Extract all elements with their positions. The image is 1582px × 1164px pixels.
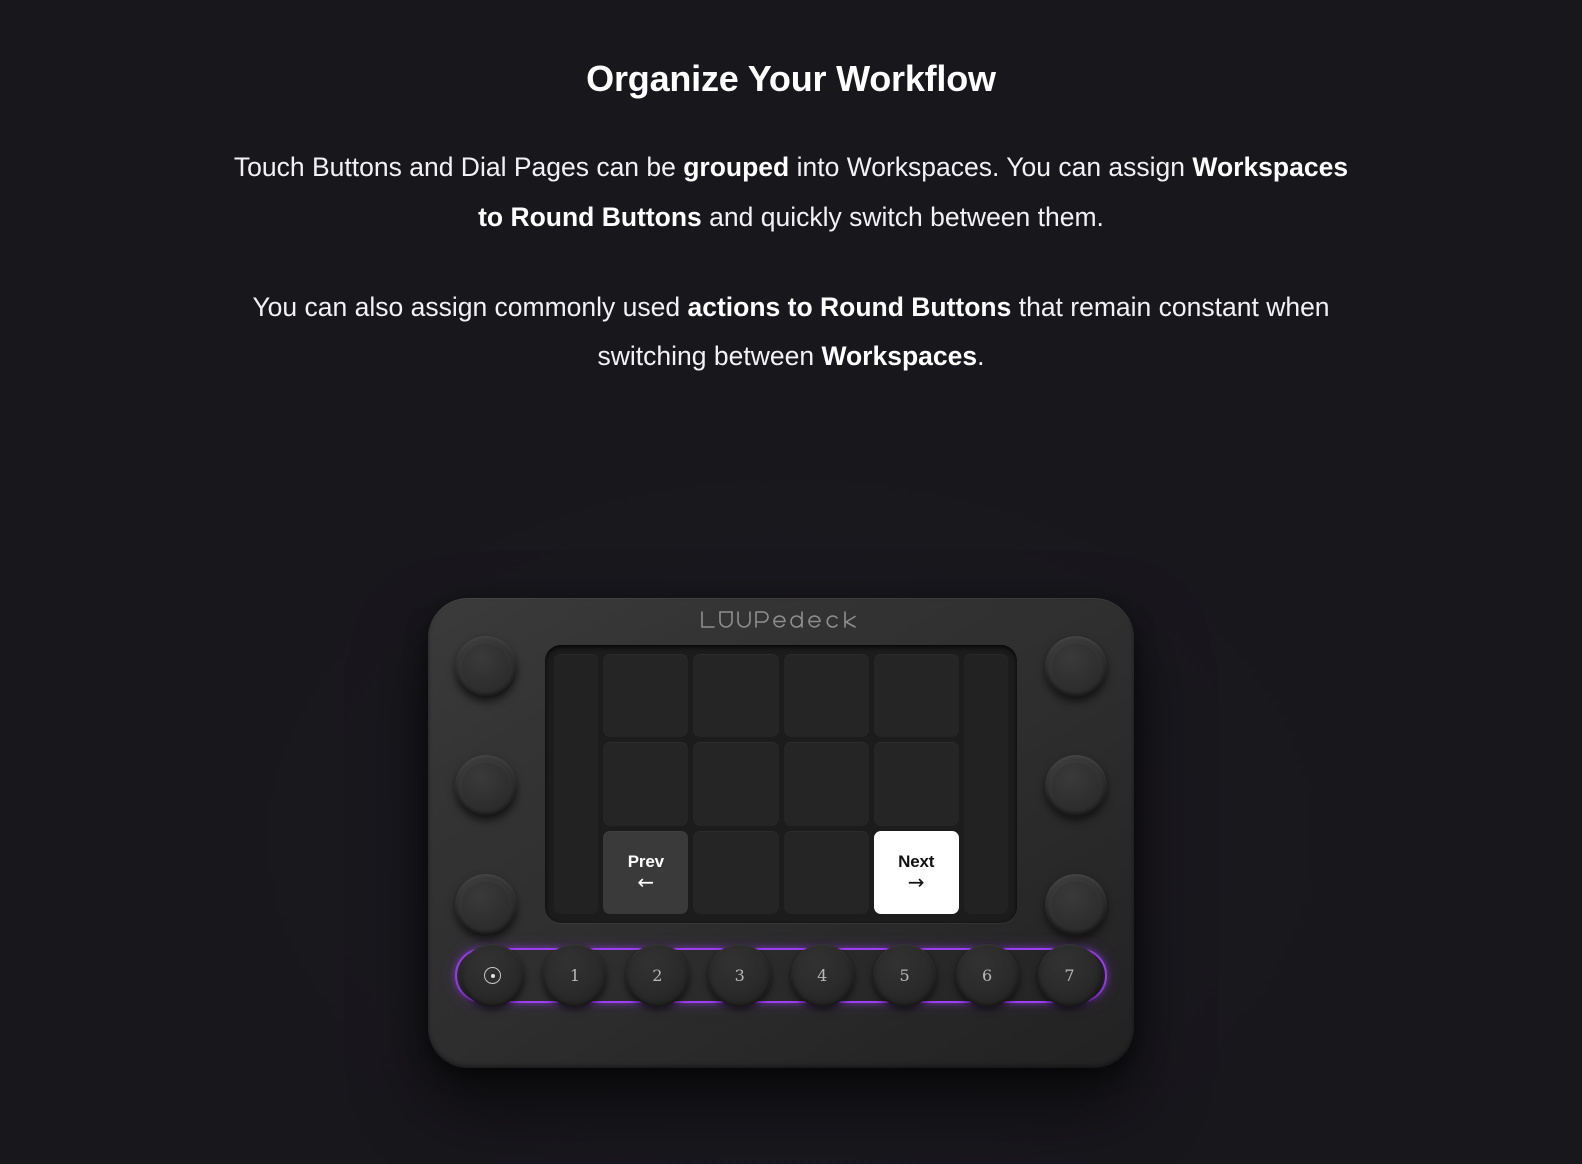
round-button-6[interactable]: 6 [955, 944, 1019, 1007]
arrow-left-icon: ← [637, 869, 655, 894]
touch-pad-r1c2[interactable] [693, 654, 779, 738]
dial-right-2[interactable] [1045, 755, 1107, 817]
dial-left-3[interactable] [455, 874, 517, 936]
loupedeck-device: Prev ← Next → 1 2 3 4 5 6 7 [428, 598, 1134, 1068]
round-button-7[interactable]: 7 [1037, 944, 1101, 1007]
dial-column-right [1040, 636, 1112, 936]
touch-pad-r2c2[interactable] [693, 742, 779, 826]
description-paragraph-2: You can also assign commonly used action… [252, 291, 1330, 372]
touch-pad-r1c4[interactable] [873, 654, 959, 738]
round-button-home[interactable] [461, 944, 524, 1007]
touch-pad-r2c1[interactable] [603, 742, 689, 826]
touch-button-grid: Prev ← Next → [554, 654, 1008, 914]
touch-pad-prev[interactable]: Prev ← [603, 830, 689, 914]
dial-right-3[interactable] [1045, 874, 1107, 936]
dial-right-1[interactable] [1045, 636, 1107, 698]
touch-screen-panel: Prev ← Next → [545, 645, 1017, 923]
arrow-right-icon: → [907, 869, 925, 894]
touch-pad-r2c3[interactable] [783, 742, 869, 826]
dial-column-left [450, 636, 522, 936]
touch-pad-r1c3[interactable] [783, 654, 869, 738]
touch-pad-right-strip[interactable] [963, 654, 1008, 914]
round-button-5[interactable]: 5 [873, 944, 937, 1007]
device-body: Prev ← Next → 1 2 3 4 5 6 7 [428, 598, 1134, 1068]
page-title: Organize Your Workflow [586, 58, 996, 99]
round-button-1[interactable]: 1 [543, 944, 607, 1007]
round-button-4[interactable]: 4 [790, 944, 854, 1007]
prev-label: Prev [627, 851, 664, 871]
round-button-2[interactable]: 2 [625, 944, 689, 1007]
dial-left-2[interactable] [455, 755, 517, 817]
touch-pad-next[interactable]: Next → [873, 830, 959, 914]
touch-pad-r3c2[interactable] [693, 830, 779, 914]
content-container: Organize Your Workflow Touch Buttons and… [0, 0, 1582, 382]
round-button-3[interactable]: 3 [708, 944, 772, 1007]
touch-pad-r3c3[interactable] [783, 830, 869, 914]
touch-pad-left-strip[interactable] [554, 654, 599, 914]
dial-left-1[interactable] [455, 636, 517, 698]
touch-pad-r2c4[interactable] [873, 742, 959, 826]
description-block: Touch Buttons and Dial Pages can be grou… [0, 143, 1582, 382]
circle-dot-icon [484, 967, 501, 984]
description-paragraph-1: Touch Buttons and Dial Pages can be grou… [233, 152, 1349, 232]
touch-pad-r1c1[interactable] [603, 654, 689, 738]
round-button-row: 1 2 3 4 5 6 7 [455, 944, 1107, 1007]
next-label: Next [898, 851, 935, 871]
loupedeck-logo [428, 608, 1134, 632]
